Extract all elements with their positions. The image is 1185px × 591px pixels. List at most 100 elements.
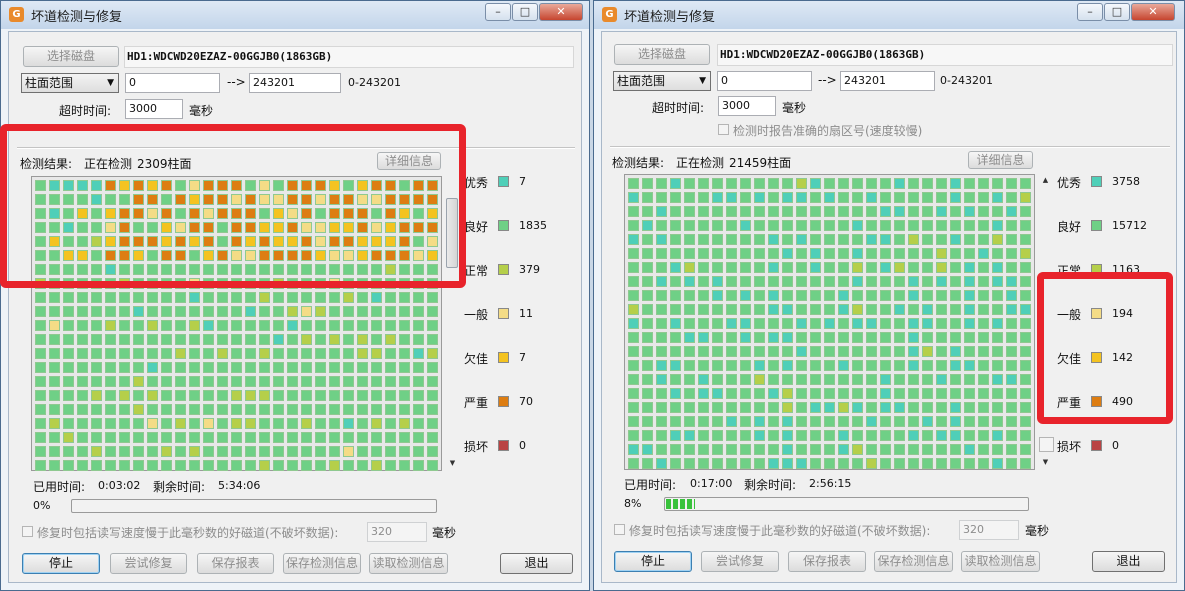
block-cell <box>628 234 639 245</box>
block-cell <box>852 374 863 385</box>
block-cell <box>740 290 751 301</box>
precise-sector-checkbox[interactable] <box>718 124 729 135</box>
exit-button[interactable]: 退出 <box>500 553 573 574</box>
close-icon[interactable]: ✕ <box>1131 3 1175 21</box>
try-repair-button[interactable]: 尝试修复 <box>701 551 779 572</box>
scroll-down-arrow-icon[interactable]: ▼ <box>445 459 460 467</box>
block-cell <box>642 192 653 203</box>
block-cell <box>992 416 1003 427</box>
disk-name-field: HD1:WDCWD20EZAZ-00GGJB0(1863GB) <box>124 46 574 68</box>
block-cell <box>670 444 681 455</box>
timeout-input[interactable]: 3000 <box>125 99 183 119</box>
grid-corner-checkbox[interactable] <box>1039 437 1054 452</box>
block-cell <box>866 332 877 343</box>
left-titlebar[interactable]: G 坏道检测与修复 – □ ✕ <box>1 1 589 29</box>
legend-count: 7 <box>519 351 526 364</box>
close-icon[interactable]: ✕ <box>539 3 583 21</box>
save-report-button[interactable]: 保存报表 <box>197 553 274 574</box>
select-disk-button[interactable]: 选择磁盘 <box>23 46 119 67</box>
block-cell <box>838 220 849 231</box>
block-cell <box>77 362 88 373</box>
minimize-icon[interactable]: – <box>1077 3 1103 21</box>
timeout-input[interactable]: 3000 <box>718 96 776 116</box>
range-end-input[interactable]: 243201 <box>840 71 935 91</box>
block-cell <box>1020 402 1031 413</box>
repair-ms-input[interactable]: 320 <box>959 520 1019 540</box>
block-cell <box>894 318 905 329</box>
maximize-icon[interactable]: □ <box>1104 3 1130 21</box>
block-cell <box>698 318 709 329</box>
block-cell <box>1020 318 1031 329</box>
save-scan-info-button[interactable]: 保存检测信息 <box>874 551 953 572</box>
legend-swatch <box>1091 220 1102 231</box>
select-disk-button[interactable]: 选择磁盘 <box>614 44 710 65</box>
block-cell <box>950 430 961 441</box>
block-cell <box>1006 318 1017 329</box>
block-cell <box>754 290 765 301</box>
load-scan-info-button[interactable]: 读取检测信息 <box>369 553 448 574</box>
block-cell <box>385 432 396 443</box>
block-cell <box>189 390 200 401</box>
block-cell <box>950 332 961 343</box>
range-start-input[interactable]: 0 <box>125 73 220 93</box>
block-cell <box>936 234 947 245</box>
block-cell <box>203 404 214 415</box>
block-cell <box>768 206 779 217</box>
block-cell <box>880 304 891 315</box>
block-cell <box>964 318 975 329</box>
block-cell <box>768 234 779 245</box>
try-repair-button[interactable]: 尝试修复 <box>110 553 187 574</box>
range-type-select[interactable]: 柱面范围 ▼ <box>613 71 711 91</box>
block-cell <box>357 446 368 457</box>
block-cell <box>698 262 709 273</box>
block-cell <box>992 220 1003 231</box>
block-cell <box>203 306 214 317</box>
block-cell <box>922 374 933 385</box>
block-cell <box>273 446 284 457</box>
precise-sector-label: 检测时报告准确的扇区号(速度较慢) <box>733 124 923 138</box>
exit-button[interactable]: 退出 <box>1092 551 1165 572</box>
save-scan-info-button[interactable]: 保存检测信息 <box>283 553 361 574</box>
block-cell <box>287 446 298 457</box>
block-cell <box>245 432 256 443</box>
block-cell <box>147 460 158 471</box>
right-titlebar[interactable]: G 坏道检测与修复 – □ ✕ <box>594 1 1184 29</box>
block-cell <box>908 192 919 203</box>
block-cell <box>413 390 424 401</box>
detail-info-button[interactable]: 详细信息 <box>968 151 1033 169</box>
repair-ms-input[interactable]: 320 <box>367 522 427 542</box>
block-cell <box>105 320 116 331</box>
block-cell <box>908 220 919 231</box>
result-label: 检测结果: <box>612 156 665 170</box>
save-report-button[interactable]: 保存报表 <box>788 551 866 572</box>
block-cell <box>824 458 835 469</box>
block-cell <box>698 360 709 371</box>
stop-button[interactable]: 停止 <box>22 553 100 574</box>
block-cell <box>245 460 256 471</box>
block-cell <box>810 346 821 357</box>
range-type-select[interactable]: 柱面范围 ▼ <box>21 73 119 93</box>
maximize-icon[interactable]: □ <box>512 3 538 21</box>
block-cell <box>684 234 695 245</box>
block-cell <box>189 376 200 387</box>
load-scan-info-button[interactable]: 读取检测信息 <box>961 551 1040 572</box>
minimize-icon[interactable]: – <box>485 3 511 21</box>
block-cell <box>964 192 975 203</box>
repair-option-checkbox[interactable] <box>614 524 625 535</box>
block-cell <box>698 388 709 399</box>
scroll-up-arrow-icon[interactable]: ▲ <box>1038 176 1053 184</box>
block-cell <box>385 292 396 303</box>
block-cell <box>385 404 396 415</box>
block-cell <box>628 290 639 301</box>
legend-count: 70 <box>519 395 533 408</box>
block-cell <box>35 334 46 345</box>
range-end-input[interactable]: 243201 <box>249 73 341 93</box>
range-start-input[interactable]: 0 <box>717 71 812 91</box>
repair-option-checkbox[interactable] <box>22 526 33 537</box>
block-cell <box>922 388 933 399</box>
block-cell <box>203 446 214 457</box>
block-cell <box>852 234 863 245</box>
stop-button[interactable]: 停止 <box>614 551 692 572</box>
block-cell <box>670 318 681 329</box>
scroll-down-arrow-icon[interactable]: ▼ <box>1038 458 1053 466</box>
